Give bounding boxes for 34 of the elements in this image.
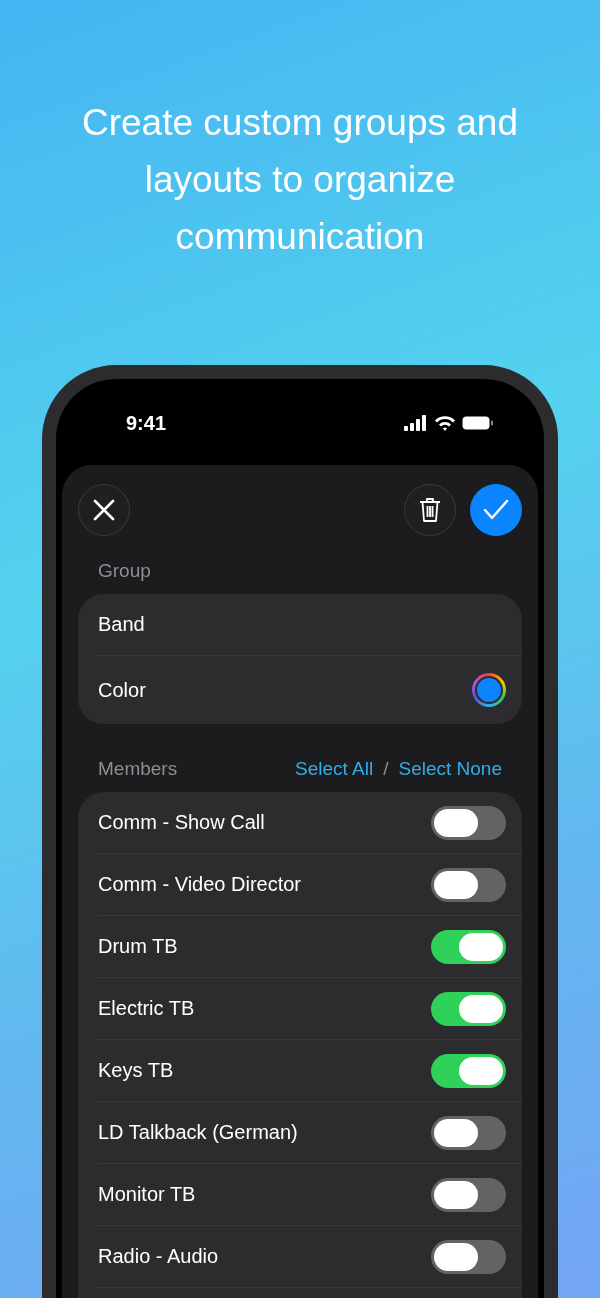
member-name: LD Talkback (German) [98,1121,298,1144]
group-name-field[interactable]: Band [98,613,145,636]
member-name: Monitor TB [98,1183,196,1206]
wifi-icon [434,415,456,431]
member-name: Electric TB [98,997,195,1020]
toggle-switch[interactable] [431,1115,506,1150]
toggle-switch[interactable] [431,867,506,902]
member-name: Radio - Audio [98,1245,219,1268]
member-name: Comm - Video Director [98,873,302,896]
section-header: Group [98,560,151,582]
close-button[interactable] [78,484,130,536]
toggle-switch[interactable] [431,805,506,840]
toggle-switch[interactable] [431,991,506,1026]
select-all-link[interactable]: Select All [295,758,374,780]
select-none-link[interactable]: Select None [398,758,502,780]
member-name: Keys TB [98,1059,174,1082]
toggle-switch[interactable] [431,929,506,964]
toggle-switch[interactable] [431,1053,506,1088]
row-label: Color [98,678,146,702]
battery-icon [462,415,494,431]
member-name: Drum TB [98,935,178,958]
status-time: 9:41 [126,411,167,435]
toggle-switch[interactable] [431,1177,506,1212]
signal-icon [404,415,428,431]
close-icon [93,499,115,521]
toggle-switch[interactable] [431,1239,506,1274]
member-name: Comm - Show Call [98,811,265,834]
headline: Create custom groups and layouts to organize communication [81,101,519,259]
checkmark-icon [483,499,509,521]
section-header: Members [98,758,178,780]
delete-button[interactable] [404,484,456,536]
confirm-button[interactable] [470,484,522,536]
trash-icon [419,497,441,523]
separator: / [383,758,389,780]
